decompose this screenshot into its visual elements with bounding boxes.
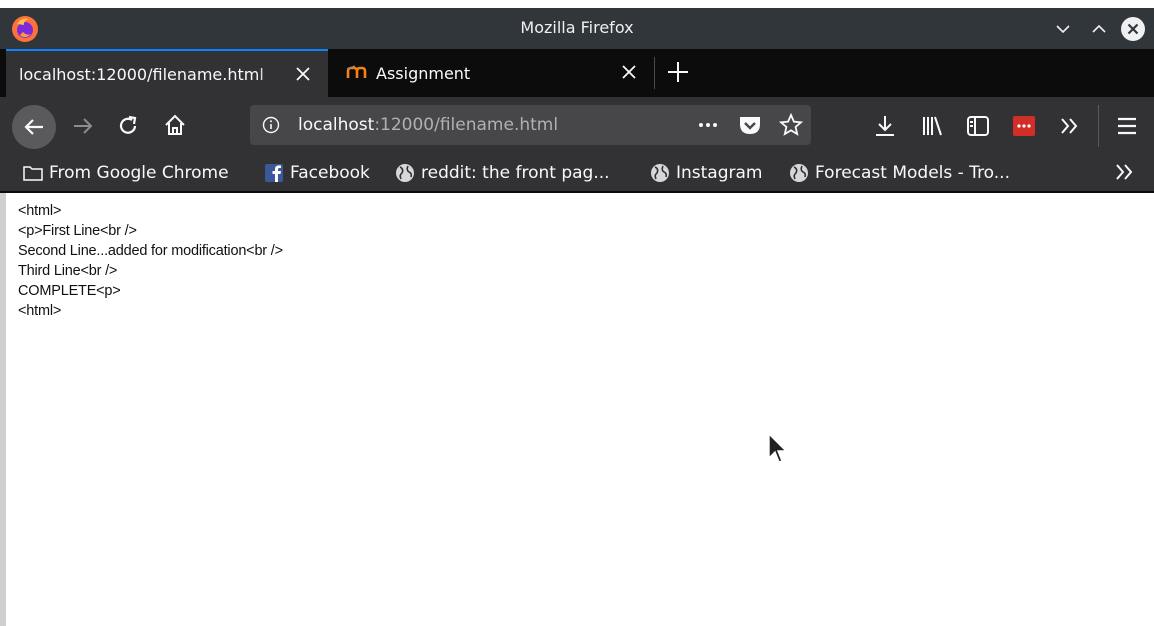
window-title: Mozilla Firefox <box>520 18 634 37</box>
text-line: <html> <box>18 303 62 319</box>
maximize-icon[interactable] <box>1086 16 1112 42</box>
overflow-chevron-icon[interactable] <box>1058 114 1082 138</box>
text-line: Second Line...added for modification<br … <box>18 243 283 259</box>
tab-assignment[interactable]: Assignment <box>330 49 650 97</box>
browser-window: Mozilla Firefox localhost:12000/filename… <box>0 0 1154 626</box>
page-content: <html> <p>First Line<br /> Second Line..… <box>6 193 1154 626</box>
close-tab-icon[interactable] <box>294 65 312 83</box>
folder-icon <box>23 166 43 181</box>
tab-strip: localhost:12000/filename.html Assignment <box>0 49 1154 97</box>
home-icon[interactable] <box>163 113 187 137</box>
globe-icon <box>651 164 669 182</box>
downloads-icon[interactable] <box>873 114 897 138</box>
url-bar[interactable]: localhost:12000/filename.html <box>250 105 811 145</box>
url-text[interactable]: localhost:12000/filename.html <box>298 115 558 135</box>
window-titlebar: Mozilla Firefox <box>0 8 1154 49</box>
new-tab-plus-icon[interactable] <box>666 60 690 84</box>
back-arrow-icon <box>24 119 43 135</box>
reload-icon[interactable] <box>116 114 140 138</box>
globe-icon <box>790 164 808 182</box>
forward-arrow-icon[interactable] <box>71 114 95 138</box>
tab-localhost[interactable]: localhost:12000/filename.html <box>6 49 328 97</box>
text-line: <p>First Line<br /> <box>18 223 137 239</box>
close-window-icon[interactable] <box>1120 16 1146 42</box>
lastpass-extension-icon[interactable] <box>1012 114 1036 138</box>
info-icon[interactable] <box>262 116 280 134</box>
page-actions-icon[interactable] <box>696 117 720 133</box>
moodle-favicon-icon <box>346 65 367 78</box>
bookmark-instagram[interactable]: Instagram <box>650 162 763 184</box>
bookmark-label: Facebook <box>290 163 370 183</box>
hamburger-menu-icon[interactable] <box>1115 114 1139 138</box>
bookmark-label: Forecast Models - Tro... <box>815 163 1010 183</box>
close-tab-icon[interactable] <box>620 63 638 81</box>
text-line: COMPLETE<p> <box>18 283 121 299</box>
library-icon[interactable] <box>920 114 944 138</box>
text-line: <html> <box>18 203 62 219</box>
bookmark-forecast-models[interactable]: Forecast Models - Tro... <box>789 162 1010 184</box>
bookmark-label: Instagram <box>676 163 763 183</box>
url-path: :12000/filename.html <box>374 115 559 135</box>
tab-title: localhost:12000/filename.html <box>19 64 264 84</box>
minimize-icon[interactable] <box>1050 16 1076 42</box>
bookmark-facebook[interactable]: Facebook <box>264 162 370 184</box>
bookmark-reddit[interactable]: reddit: the front pag... <box>395 162 610 184</box>
text-line: Third Line<br /> <box>18 263 118 279</box>
bookmarks-overflow-chevron-icon[interactable] <box>1114 161 1136 183</box>
tab-title: Assignment <box>376 63 471 83</box>
navigation-toolbar: localhost:12000/filename.html <box>0 97 1154 155</box>
bookmark-label: reddit: the front pag... <box>421 163 610 183</box>
bookmark-star-icon[interactable] <box>779 113 803 137</box>
tab-separator <box>654 57 655 89</box>
back-button[interactable] <box>12 105 56 149</box>
url-host: localhost <box>298 115 375 135</box>
toolbar-separator <box>1098 105 1099 147</box>
bookmarks-toolbar: From Google Chrome Facebook reddit: the … <box>0 155 1154 191</box>
bookmark-from-google-chrome[interactable]: From Google Chrome <box>23 162 229 184</box>
pocket-icon[interactable] <box>738 114 762 136</box>
facebook-icon <box>265 164 283 182</box>
mouse-pointer-icon <box>768 432 788 463</box>
bookmark-label: From Google Chrome <box>49 163 229 183</box>
sidebar-toggle-icon[interactable] <box>966 114 990 138</box>
globe-icon <box>396 164 414 182</box>
